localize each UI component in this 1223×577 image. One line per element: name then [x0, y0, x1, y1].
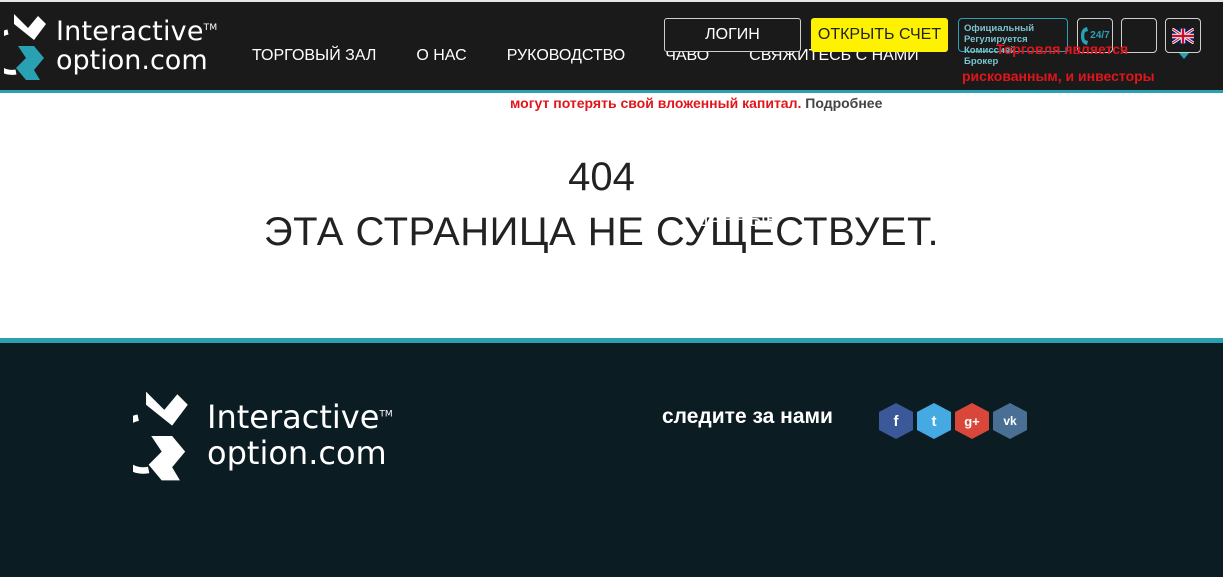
google-plus-icon[interactable]: g+: [955, 403, 989, 439]
site-logo[interactable]: InteractiveTM option.com: [4, 8, 219, 84]
dropdown-caret-icon: [1179, 53, 1189, 59]
footer-logo-tm: TM: [379, 409, 393, 420]
nav-about[interactable]: О НАС: [416, 47, 466, 65]
nav-guide[interactable]: РУКОВОДСТВО: [507, 47, 626, 65]
footer-col-market-data[interactable]: РЫНОЧНЫЕ ДАННЫЕ: [696, 191, 826, 231]
risk-warning-line: могут потерять свой вложенный капитал. П…: [510, 95, 882, 111]
logo-tm: TM: [203, 23, 218, 33]
logo-line2: option.com: [56, 45, 208, 76]
twitter-icon[interactable]: t: [917, 403, 951, 439]
header-accent-line: [0, 90, 1223, 93]
regulation-line: Официальный: [964, 23, 1035, 34]
risk-warning-part1: Торговля является: [996, 41, 1129, 57]
vk-icon[interactable]: vk: [993, 403, 1027, 439]
footer-col-interactive-option[interactable]: ИНТЕРАКТИВНЫЙ ВАРИАНТ: [133, 191, 313, 231]
risk-warning-part2: рискованным, и инвесторы: [962, 68, 1155, 84]
logo-line1: Interactive: [56, 16, 204, 47]
open-account-button[interactable]: ОТКРЫТЬ СЧЕТ: [811, 18, 948, 52]
regulation-line: Брокер: [964, 56, 999, 67]
support-label: 24/7: [1090, 30, 1110, 41]
social-links: f t g+ vk: [879, 403, 1031, 439]
footer-col-academy[interactable]: АКАДЕМИЯ: [508, 191, 614, 211]
footer-logo-line1: Interactive: [207, 398, 380, 437]
facebook-icon[interactable]: f: [879, 403, 913, 439]
footer-logo[interactable]: InteractiveTM option.com: [133, 388, 393, 484]
footer-col-finance[interactable]: ФИНАНСЫ: [320, 191, 419, 211]
site-footer: InteractiveTM option.com следите за нами…: [0, 338, 1223, 577]
risk-more-link[interactable]: Подробнее: [805, 95, 882, 111]
logo-mark-icon: [4, 14, 46, 80]
logo-mark-icon: [133, 391, 188, 481]
risk-warning-part3: могут потерять свой вложенный капитал.: [510, 95, 802, 111]
footer-col-policy[interactable]: ПОЛИТИКА: [884, 191, 987, 211]
nav-trading-room[interactable]: ТОРГОВЫЙ ЗАЛ: [252, 47, 376, 65]
footer-logo-line2: option.com: [207, 434, 387, 472]
follow-us-label: следите за нами: [662, 405, 833, 428]
language-selector[interactable]: [1165, 18, 1201, 53]
login-button[interactable]: ЛОГИН: [664, 18, 801, 52]
uk-flag-icon: [1172, 27, 1194, 44]
